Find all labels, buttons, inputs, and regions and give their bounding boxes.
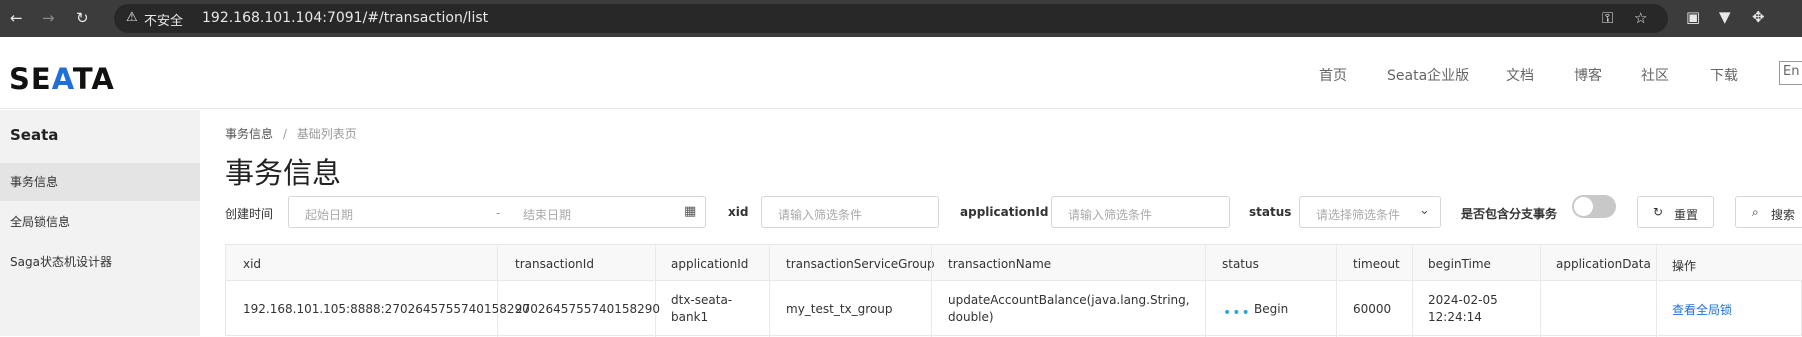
cell-status: Begin xyxy=(1254,302,1289,316)
language-switch[interactable]: En xyxy=(1779,61,1802,85)
branch-toggle[interactable] xyxy=(1572,195,1616,218)
reset-icon: ↻ xyxy=(1653,205,1664,219)
transactions-table: xid transactionId applicationId transact… xyxy=(225,244,1802,337)
extension-icon[interactable]: ▣ xyxy=(1686,8,1700,26)
col-status: status xyxy=(1222,257,1259,271)
xid-label: xid xyxy=(728,205,749,219)
cell-timeout: 60000 xyxy=(1353,302,1392,316)
site-header: SEATA 首页 Seata企业版 文档 博客 社区 下载 En xyxy=(0,37,1802,109)
nav-blog[interactable]: 博客 xyxy=(1574,65,1602,85)
column-divider xyxy=(769,245,770,337)
cell-xid: 192.168.101.105:8888:2702645755740158290 xyxy=(243,302,530,316)
back-icon[interactable]: ← xyxy=(10,9,23,27)
date-range-separator: - xyxy=(496,206,501,220)
sidebar-item-global-locks[interactable]: 全局锁信息 xyxy=(0,203,200,241)
warning-icon: ⚠ xyxy=(126,10,138,25)
column-divider xyxy=(655,245,656,337)
column-divider xyxy=(1656,245,1657,337)
cell-transaction-name-line2: double) xyxy=(948,310,994,324)
vpn-icon[interactable]: ▼ xyxy=(1719,8,1731,26)
status-label: status xyxy=(1249,205,1292,219)
address-bar[interactable]: ⚠ 不安全 192.168.101.104:7091/#/transaction… xyxy=(114,4,1668,33)
col-transaction-name: transactionName xyxy=(948,257,1052,271)
nav-home[interactable]: 首页 xyxy=(1319,65,1347,85)
cell-begin-time-clock: 12:24:14 xyxy=(1428,310,1482,324)
start-date-input[interactable]: 起始日期 xyxy=(305,206,353,223)
search-label: 搜索 xyxy=(1771,208,1796,222)
sidebar-title: Seata xyxy=(10,126,59,144)
security-warning[interactable]: 不安全 xyxy=(144,10,183,29)
toggle-knob xyxy=(1574,197,1593,216)
chevron-down-icon: ⌄ xyxy=(1419,203,1430,218)
nav-enterprise[interactable]: Seata企业版 xyxy=(1387,65,1469,85)
column-divider xyxy=(1540,245,1541,337)
application-id-placeholder: 请输入筛选条件 xyxy=(1068,208,1153,222)
column-divider xyxy=(1336,245,1337,337)
col-xid: xid xyxy=(243,257,262,271)
url-text[interactable]: 192.168.101.104:7091/#/transaction/list xyxy=(202,10,488,26)
branch-toggle-label: 是否包含分支事务 xyxy=(1461,207,1558,221)
col-actions: 操作 xyxy=(1672,259,1697,273)
col-application-id: applicationId xyxy=(671,257,749,271)
col-begin-time: beginTime xyxy=(1428,257,1491,271)
seata-logo[interactable]: SEATA xyxy=(9,62,115,96)
browser-toolbar: ← → ↻ ⚠ 不安全 192.168.101.104:7091/#/trans… xyxy=(0,0,1802,37)
reset-button[interactable]: ↻ 重置 xyxy=(1637,196,1714,228)
cell-tx-service-group: my_test_tx_group xyxy=(786,302,893,316)
cell-application-id-line2: bank1 xyxy=(671,310,709,324)
column-divider xyxy=(1205,245,1206,337)
calendar-icon[interactable]: ▦ xyxy=(684,204,696,219)
nav-docs[interactable]: 文档 xyxy=(1506,65,1534,85)
table-header: xid transactionId applicationId transact… xyxy=(226,245,1802,281)
sidebar-item-transactions[interactable]: 事务信息 xyxy=(0,163,200,201)
application-id-input[interactable]: 请输入筛选条件 xyxy=(1051,196,1230,228)
breadcrumb-current: 基础列表页 xyxy=(296,127,357,141)
application-id-label: applicationId xyxy=(960,205,1049,219)
xid-placeholder: 请输入筛选条件 xyxy=(778,208,863,222)
cell-transaction-id: 2702645755740158290 xyxy=(515,302,661,316)
col-transaction-id: transactionId xyxy=(515,257,594,271)
status-placeholder: 请选择筛选条件 xyxy=(1316,208,1401,222)
column-divider xyxy=(497,245,498,337)
col-application-data: applicationData xyxy=(1556,257,1651,271)
date-range-picker[interactable]: 起始日期 - 结束日期 ▦ xyxy=(288,196,706,228)
cell-begin-time-date: 2024-02-05 xyxy=(1428,293,1498,307)
column-divider xyxy=(1412,245,1413,337)
cell-transaction-name-line1: updateAccountBalance(java.lang.String, xyxy=(948,293,1190,307)
breadcrumb-first[interactable]: 事务信息 xyxy=(225,127,273,141)
create-time-label: 创建时间 xyxy=(225,207,274,221)
search-button[interactable]: ⌕ 搜索 xyxy=(1735,196,1802,228)
column-divider xyxy=(931,245,932,337)
nav-download[interactable]: 下载 xyxy=(1710,65,1738,85)
reset-label: 重置 xyxy=(1674,208,1699,222)
star-icon[interactable]: ☆ xyxy=(1634,9,1647,27)
xid-input[interactable]: 请输入筛选条件 xyxy=(761,196,939,228)
sidebar-item-saga-designer[interactable]: Saga状态机设计器 xyxy=(0,243,200,281)
status-loading-icon: ••• xyxy=(1223,305,1251,321)
search-icon: ⌕ xyxy=(1752,205,1759,219)
view-global-lock-link[interactable]: 查看全局锁 xyxy=(1672,302,1732,319)
reload-icon[interactable]: ↻ xyxy=(76,9,89,27)
sidebar: Seata 事务信息 全局锁信息 Saga状态机设计器 xyxy=(0,110,200,336)
nav-community[interactable]: 社区 xyxy=(1641,65,1669,85)
key-icon[interactable]: ⚿ xyxy=(1602,9,1613,27)
puzzle-icon[interactable]: ✥ xyxy=(1752,8,1765,26)
col-tx-service-group: transactionServiceGroup xyxy=(786,257,935,271)
breadcrumb-separator: / xyxy=(282,127,287,141)
col-timeout: timeout xyxy=(1353,257,1400,271)
page-title: 事务信息 xyxy=(225,156,342,190)
end-date-input[interactable]: 结束日期 xyxy=(523,206,571,223)
forward-icon[interactable]: → xyxy=(42,9,55,27)
status-select[interactable]: 请选择筛选条件 ⌄ xyxy=(1299,196,1441,228)
breadcrumb: 事务信息 / 基础列表页 xyxy=(225,125,357,142)
cell-application-id-line1: dtx-seata- xyxy=(671,293,733,307)
